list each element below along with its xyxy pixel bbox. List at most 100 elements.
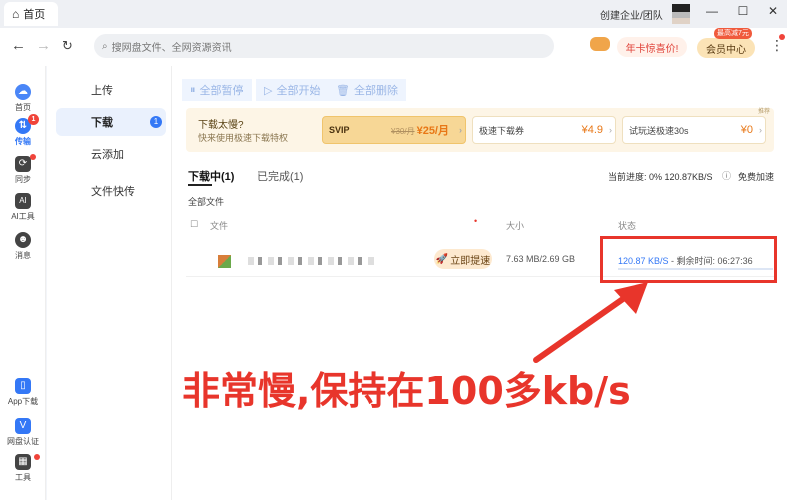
pause-icon: ⏸: [190, 83, 196, 96]
subnav-item-quick-transfer[interactable]: 文件快传: [56, 177, 166, 205]
speed-promo-banner: 下载太慢? 快来使用极速下载特权 推荐 SVIP ¥30/月 ¥25/月 › 极速…: [186, 108, 774, 152]
home-icon: ⌂: [12, 7, 20, 21]
left-rail: ☁ 首页 ⇅ 传输 1 ⟳ 同步 AI AI工具 ☻ 消息 ▯ App下载 V …: [0, 66, 46, 500]
refresh-icon[interactable]: ↻: [62, 38, 73, 54]
rail-item-app-download[interactable]: ▯ App下载: [0, 378, 46, 407]
tab-completed[interactable]: 已完成(1): [257, 168, 303, 184]
title-bar: ⌂ 首页 创建企业/团队 — ☐ ✕: [0, 0, 787, 28]
col-file-header: 文件: [210, 221, 229, 231]
subnav-item-upload[interactable]: 上传: [56, 76, 166, 104]
chevron-right-icon: ›: [459, 125, 462, 135]
avatar[interactable]: [672, 4, 690, 24]
promo-title: 下载太慢?: [198, 120, 244, 131]
sync-dot: [30, 154, 36, 160]
rail-label: 同步: [15, 175, 31, 184]
forward-icon[interactable]: →: [36, 37, 51, 54]
rail-label: App下载: [7, 397, 39, 406]
svip-label: SVIP: [329, 125, 350, 135]
rail-label: 首页: [15, 103, 31, 112]
rail-item-verify[interactable]: V 网盘认证: [0, 418, 46, 447]
maximize-button[interactable]: ☐: [733, 4, 753, 18]
trial-price: ¥0: [740, 124, 753, 136]
rail-item-transfer[interactable]: ⇅ 传输 1: [0, 114, 46, 147]
free-accelerate-link[interactable]: 免费加速: [738, 170, 774, 183]
rail-label: 消息: [15, 251, 31, 260]
chevron-right-icon: ›: [759, 125, 762, 135]
pause-all-button[interactable]: ⏸ 全部暂停: [182, 79, 252, 101]
annotation-text: 非常慢,保持在100多kb/s: [182, 369, 631, 413]
subnav-label: 文件快传: [91, 186, 135, 198]
subnav-item-download[interactable]: 下载 1: [56, 108, 166, 136]
grid-icon: ▦: [15, 454, 31, 470]
back-icon[interactable]: ←: [11, 37, 26, 54]
trial-label: 试玩送极速30s: [629, 125, 689, 136]
rail-item-messages[interactable]: ☻ 消息: [0, 232, 46, 261]
file-size: 7.63 MB/2.69 GB: [506, 254, 576, 264]
boost-now-button[interactable]: 🚀 立即提速: [434, 249, 492, 269]
play-icon: ▷: [264, 84, 273, 97]
rail-item-sync[interactable]: ⟳ 同步: [0, 154, 46, 185]
subnav-label: 上传: [91, 85, 113, 97]
tab-downloading[interactable]: 下载中(1): [188, 168, 234, 184]
notification-dot: [779, 34, 785, 40]
ticket-label: 极速下载券: [479, 125, 525, 136]
svip-price: ¥25/月: [416, 125, 449, 137]
info-icon[interactable]: ⓘ: [722, 169, 731, 182]
rail-item-ai-tools[interactable]: AI AI工具: [0, 193, 46, 222]
subnav-label: 云添加: [91, 149, 124, 161]
all-files-breadcrumb: 全部文件: [188, 197, 225, 207]
rail-label: 传输: [15, 137, 31, 146]
rail-label: AI工具: [11, 212, 35, 221]
cloud-icon: ☁: [15, 84, 31, 100]
rail-item-tools[interactable]: ▦ 工具: [0, 454, 46, 483]
vip-discount-tag: 最高减7元: [714, 28, 752, 39]
download-badge: 1: [150, 116, 162, 128]
current-progress: 当前进度: 0% 120.87KB/S: [608, 172, 713, 182]
download-panel: ⏸ 全部暂停 ▷ 全部开始 🗑 全部删除 下载太慢? 快来使用极速下载特权 推荐…: [172, 66, 787, 500]
ticket-price: ¥4.9: [581, 124, 603, 136]
close-button[interactable]: ✕: [763, 4, 783, 18]
message-icon: ☻: [15, 232, 31, 248]
unsaved-dot: •: [474, 216, 478, 226]
arrow-icon: [533, 282, 648, 363]
create-team-link[interactable]: 创建企业/团队: [600, 7, 663, 22]
rail-label: 网盘认证: [7, 437, 39, 446]
promo-ad-tag: 推荐: [757, 109, 770, 115]
delete-all-label: 全部删除: [353, 85, 398, 97]
delete-all-button[interactable]: 🗑 全部删除: [328, 79, 406, 101]
home-tab-label: 首页: [23, 9, 46, 21]
annual-promo-button[interactable]: 年卡惊喜价!: [617, 37, 687, 57]
transfer-subnav: 上传 下载 1 云添加 文件快传: [47, 66, 172, 500]
search-placeholder: 搜网盘文件、全网资源资讯: [111, 42, 232, 54]
start-all-button[interactable]: ▷ 全部开始: [256, 79, 329, 101]
svip-old-price: ¥30/月: [391, 127, 415, 136]
minimize-button[interactable]: —: [702, 4, 722, 18]
file-name-blurred: [248, 257, 378, 265]
nav-bar: ← → ↻ ⌕ 搜网盘文件、全网资源资讯 年卡惊喜价! 会员中心 最高减7元 ⋮: [0, 28, 787, 66]
checkbox-header[interactable]: ☐: [190, 219, 198, 230]
highlight-box: [600, 236, 777, 283]
trash-icon: 🗑: [336, 84, 350, 97]
tools-dot: [34, 454, 40, 460]
rocket-icon: 🚀: [435, 253, 449, 265]
vip-center-button[interactable]: 会员中心: [697, 38, 755, 58]
game-icon[interactable]: [590, 37, 610, 51]
search-input[interactable]: ⌕ 搜网盘文件、全网资源资讯: [94, 34, 554, 58]
chevron-right-icon: ›: [609, 125, 612, 135]
ai-icon: AI: [15, 193, 31, 209]
start-all-label: 全部开始: [276, 85, 321, 97]
trial-card[interactable]: 试玩送极速30s ¥0 ›: [622, 116, 766, 144]
pause-all-label: 全部暂停: [199, 85, 244, 97]
boost-label: 立即提速: [450, 255, 491, 267]
subnav-label: 下载: [91, 117, 113, 129]
speed-ticket-card[interactable]: 极速下载券 ¥4.9 ›: [472, 116, 616, 144]
tab-underline: [188, 184, 212, 186]
search-icon: ⌕: [102, 40, 108, 52]
rail-item-home[interactable]: ☁ 首页: [0, 84, 46, 113]
svip-card[interactable]: SVIP ¥30/月 ¥25/月 ›: [322, 116, 466, 144]
file-thumbnail: [218, 255, 231, 268]
rail-label: 工具: [15, 473, 31, 482]
subnav-item-cloud-add[interactable]: 云添加: [56, 140, 166, 168]
home-tab[interactable]: ⌂ 首页: [4, 2, 58, 26]
sync-icon: ⟳: [15, 156, 31, 172]
